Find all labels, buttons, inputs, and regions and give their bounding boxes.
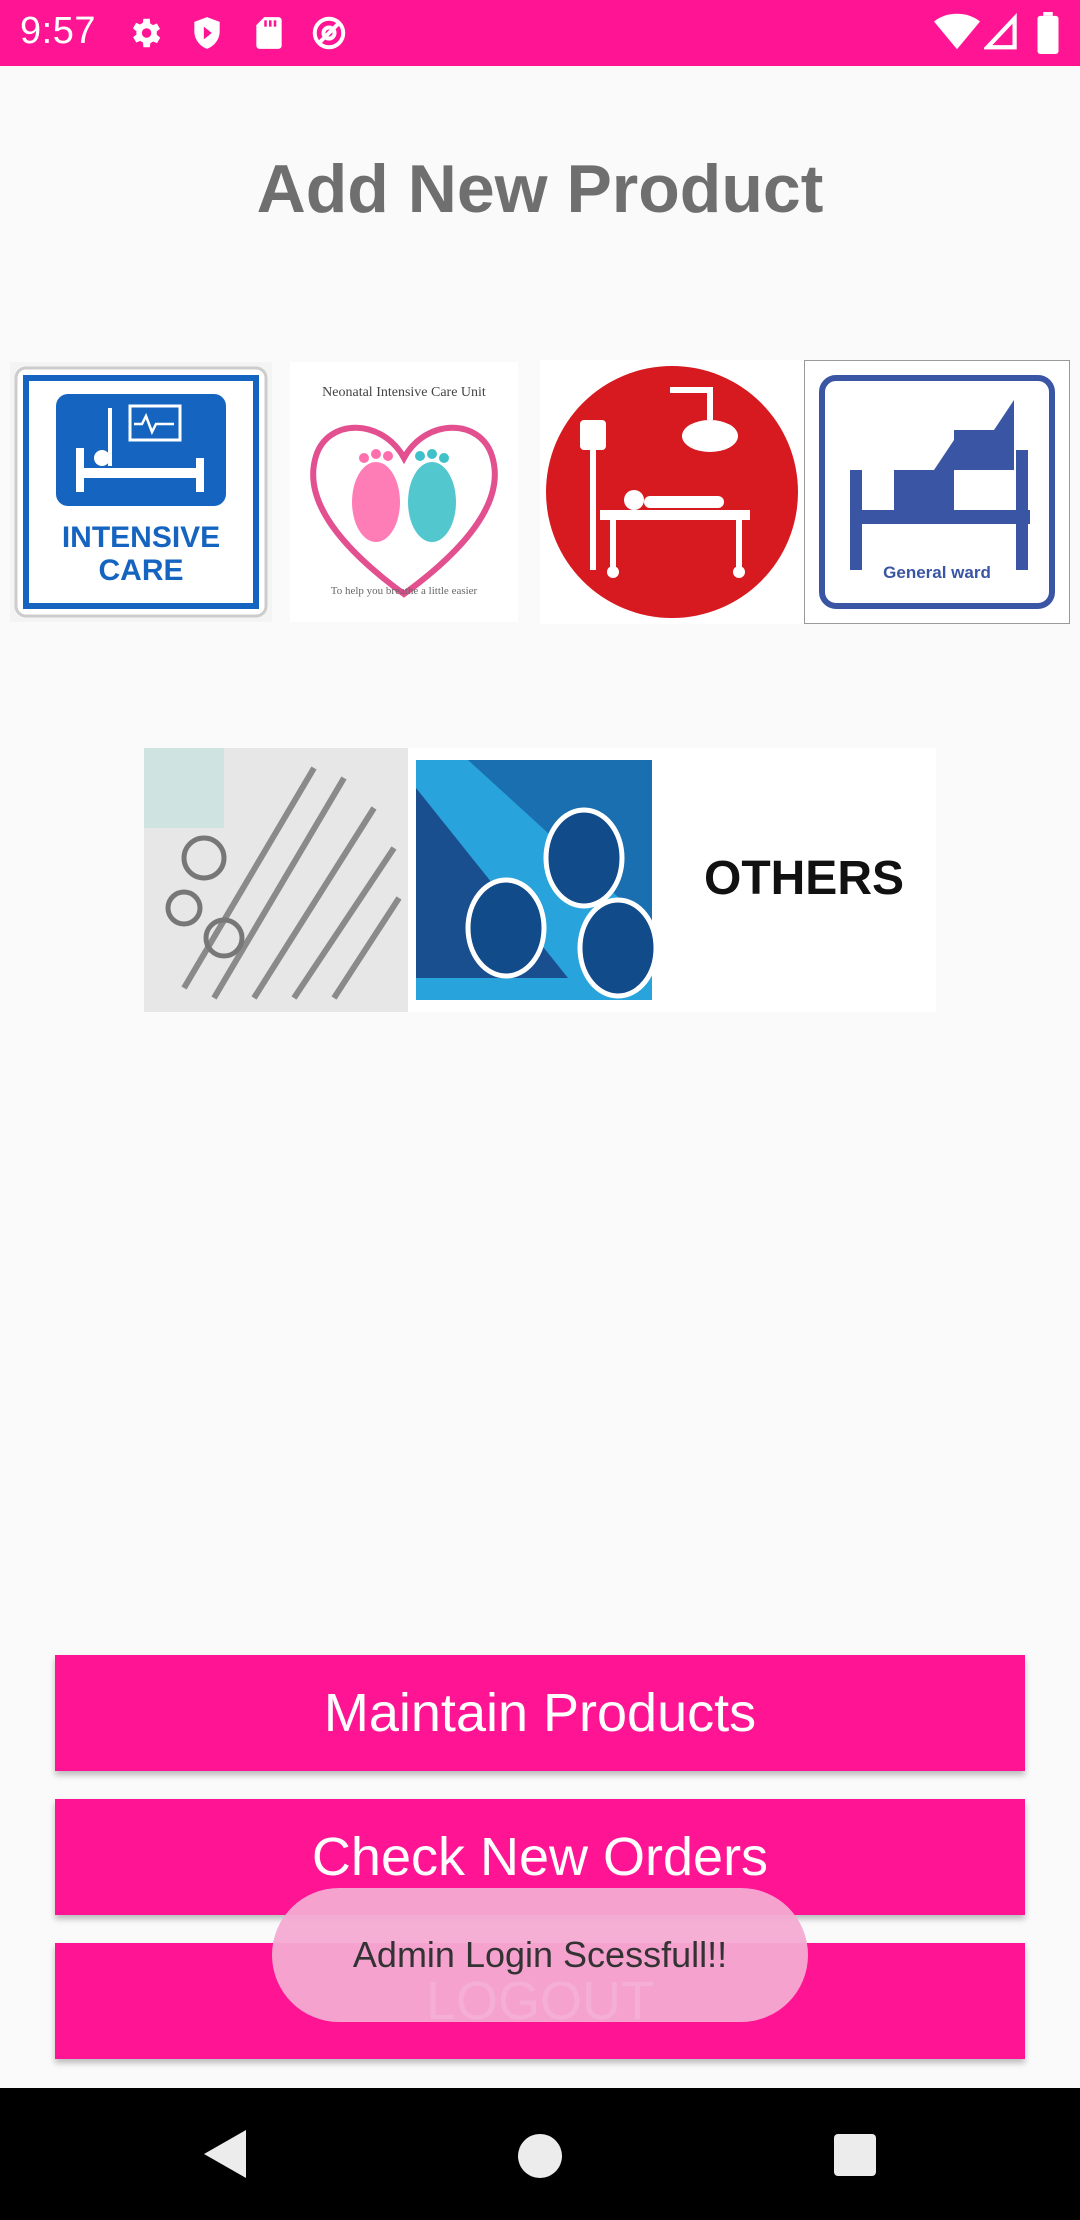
category-general-ward[interactable]: General ward <box>804 360 1070 624</box>
category-pipes[interactable] <box>408 748 672 1012</box>
at-sign-icon <box>312 16 346 50</box>
status-bar: 9:57 <box>0 0 1080 66</box>
others-image: OTHERS <box>672 748 936 1012</box>
navigation-bar <box>0 2088 1080 2220</box>
recents-icon[interactable] <box>826 2124 886 2188</box>
nicu-caption: Neonatal Intensive Care Unit <box>322 385 486 400</box>
page-title: Add New Product <box>256 151 824 227</box>
pipes-image <box>408 748 672 1012</box>
category-surgical-instruments[interactable] <box>144 748 408 1012</box>
home-icon[interactable] <box>508 2124 572 2188</box>
category-intensive-care[interactable]: INTENSIVE CARE <box>10 362 272 622</box>
nicu-tagline: To help you breathe a little easier <box>331 585 478 597</box>
others-label: OTHERS <box>704 852 904 905</box>
category-operation-theatre[interactable] <box>540 360 804 624</box>
general-ward-image: General ward <box>804 360 1070 624</box>
wifi-icon <box>934 13 980 50</box>
toast-message: Admin Login Scessfull!! <box>272 1888 808 2022</box>
intensive-care-line2: CARE <box>98 554 183 587</box>
intensive-care-line1: INTENSIVE <box>62 521 220 554</box>
operation-theatre-image <box>540 360 804 624</box>
cellular-signal-icon <box>984 13 1017 50</box>
back-icon[interactable] <box>196 2124 252 2184</box>
surgical-instruments-image <box>144 748 408 1012</box>
maintain-products-button[interactable]: Maintain Products <box>55 1655 1025 1771</box>
category-nicu[interactable]: Neonatal Intensive Care Unit To help you… <box>290 362 518 622</box>
general-ward-caption: General ward <box>883 563 991 582</box>
intensive-care-image: INTENSIVE CARE <box>10 362 272 622</box>
category-others[interactable]: OTHERS <box>672 748 936 1012</box>
battery-icon <box>1037 12 1059 54</box>
sd-card-icon <box>256 17 282 49</box>
settings-icon <box>132 18 161 48</box>
status-time: 9:57 <box>20 10 96 52</box>
nicu-heart-image: Neonatal Intensive Care Unit To help you… <box>290 362 518 622</box>
shield-play-icon <box>194 17 220 49</box>
